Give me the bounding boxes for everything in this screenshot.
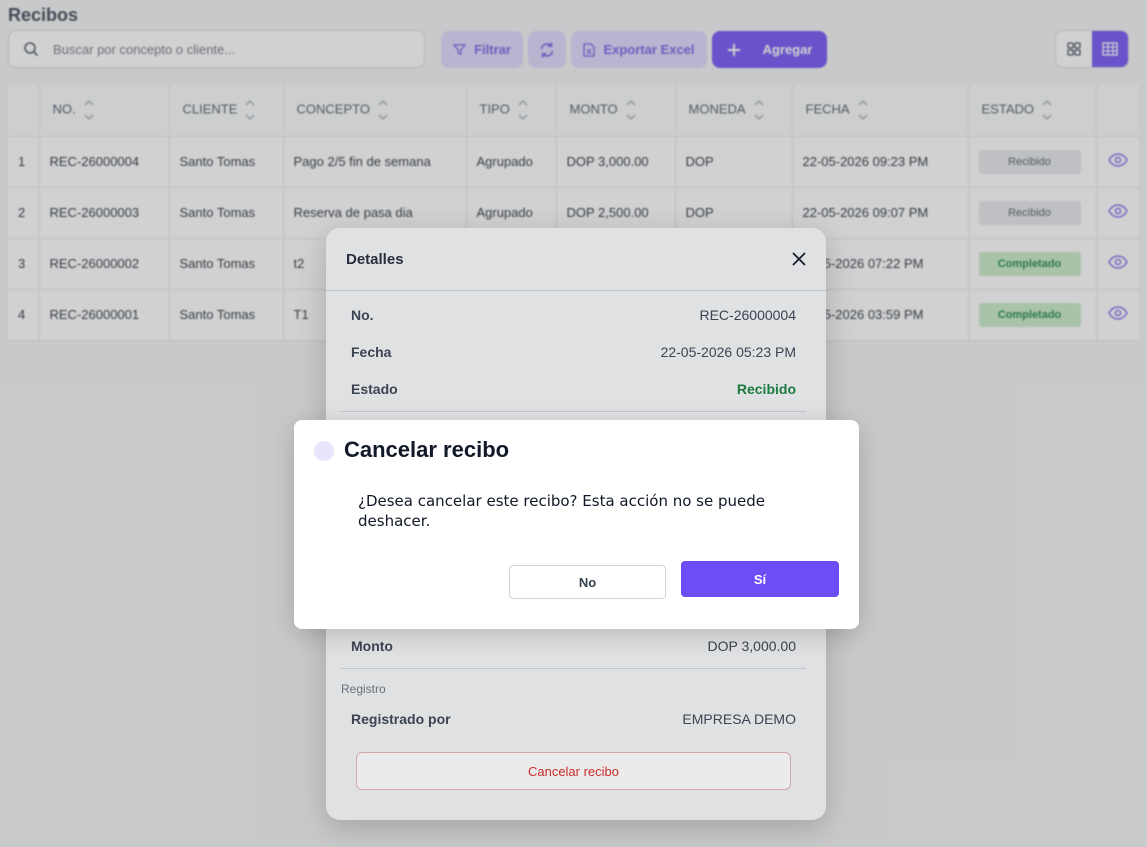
no-button[interactable]: No bbox=[509, 565, 666, 599]
yes-button[interactable]: Sí bbox=[681, 561, 839, 597]
confirm-title: Cancelar recibo bbox=[344, 437, 510, 462]
dialog-indicator-icon bbox=[314, 441, 334, 461]
confirm-dialog: Cancelar recibo ¿Desea cancelar este rec… bbox=[294, 420, 859, 629]
confirm-message: ¿Desea cancelar este recibo? Esta acción… bbox=[358, 492, 765, 530]
